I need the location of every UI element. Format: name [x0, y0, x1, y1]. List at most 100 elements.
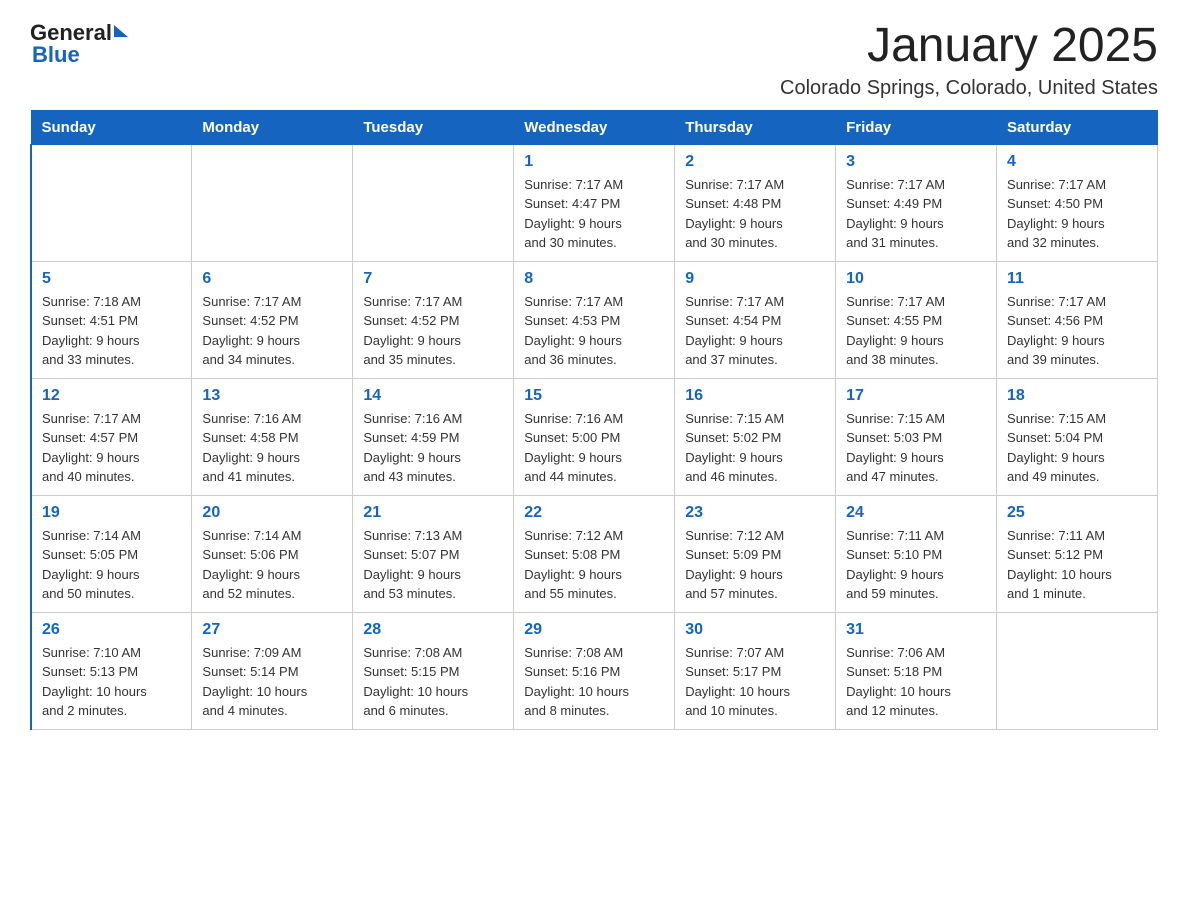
title-block: January 2025 Colorado Springs, Colorado,… [780, 20, 1158, 100]
calendar-cell: 1 Sunrise: 7:17 AMSunset: 4:47 PMDaylight… [514, 144, 675, 261]
calendar-cell: 6Sunrise: 7:17 AMSunset: 4:52 PMDaylight… [192, 261, 353, 378]
calendar-cell: 2 Sunrise: 7:17 AMSunset: 4:48 PMDaylight… [675, 144, 836, 261]
calendar-cell: 11 Sunrise: 7:17 AMSunset: 4:56 PMDayligh… [997, 261, 1158, 378]
day-number: 3 [846, 153, 986, 171]
day-number: 2 [685, 153, 825, 171]
day-number: 18 [1007, 387, 1147, 405]
day-number: 22 [524, 504, 664, 522]
calendar-cell [353, 144, 514, 261]
day-number: 9 [685, 270, 825, 288]
col-friday: Friday [836, 110, 997, 144]
calendar-cell: 14 Sunrise: 7:16 AMSunset: 4:59 PMDayligh… [353, 378, 514, 495]
day-number: 6 [202, 270, 342, 288]
day-info: Sunrise: 7:16 AMSunset: 5:00 PMDaylight:… [524, 409, 664, 487]
day-number: 1 [524, 153, 664, 171]
day-number: 19 [42, 504, 181, 522]
calendar-cell: 23 Sunrise: 7:12 AMSunset: 5:09 PMDayligh… [675, 495, 836, 612]
day-info: Sunrise: 7:06 AMSunset: 5:18 PMDaylight:… [846, 643, 986, 721]
calendar-cell: 21 Sunrise: 7:13 AMSunset: 5:07 PMDayligh… [353, 495, 514, 612]
day-info: Sunrise: 7:15 AMSunset: 5:02 PMDaylight:… [685, 409, 825, 487]
day-info: Sunrise: 7:17 AMSunset: 4:48 PMDaylight:… [685, 175, 825, 253]
day-info: Sunrise: 7:10 AMSunset: 5:13 PMDaylight:… [42, 643, 181, 721]
day-info: Sunrise: 7:09 AMSunset: 5:14 PMDaylight:… [202, 643, 342, 721]
day-info: Sunrise: 7:16 AMSunset: 4:59 PMDaylight:… [363, 409, 503, 487]
day-number: 27 [202, 621, 342, 639]
day-number: 7 [363, 270, 503, 288]
day-info: Sunrise: 7:17 AMSunset: 4:53 PMDaylight:… [524, 292, 664, 370]
day-info: Sunrise: 7:17 AMSunset: 4:55 PMDaylight:… [846, 292, 986, 370]
calendar-cell [192, 144, 353, 261]
day-number: 26 [42, 621, 181, 639]
day-info: Sunrise: 7:11 AMSunset: 5:12 PMDaylight:… [1007, 526, 1147, 604]
main-title: January 2025 [780, 20, 1158, 73]
logo-blue-text: Blue [30, 42, 80, 68]
day-info: Sunrise: 7:17 AMSunset: 4:50 PMDaylight:… [1007, 175, 1147, 253]
page-header: General Blue January 2025 Colorado Sprin… [30, 20, 1158, 100]
day-info: Sunrise: 7:12 AMSunset: 5:09 PMDaylight:… [685, 526, 825, 604]
day-number: 14 [363, 387, 503, 405]
day-info: Sunrise: 7:12 AMSunset: 5:08 PMDaylight:… [524, 526, 664, 604]
day-info: Sunrise: 7:17 AMSunset: 4:54 PMDaylight:… [685, 292, 825, 370]
calendar-body: 1 Sunrise: 7:17 AMSunset: 4:47 PMDaylight… [31, 144, 1158, 729]
col-monday: Monday [192, 110, 353, 144]
day-info: Sunrise: 7:08 AMSunset: 5:15 PMDaylight:… [363, 643, 503, 721]
day-number: 24 [846, 504, 986, 522]
day-info: Sunrise: 7:17 AMSunset: 4:57 PMDaylight:… [42, 409, 181, 487]
day-info: Sunrise: 7:11 AMSunset: 5:10 PMDaylight:… [846, 526, 986, 604]
calendar-cell: 27 Sunrise: 7:09 AMSunset: 5:14 PMDayligh… [192, 612, 353, 729]
day-number: 21 [363, 504, 503, 522]
calendar-cell: 28 Sunrise: 7:08 AMSunset: 5:15 PMDayligh… [353, 612, 514, 729]
calendar-header: Sunday Monday Tuesday Wednesday Thursday… [31, 110, 1158, 144]
day-info: Sunrise: 7:13 AMSunset: 5:07 PMDaylight:… [363, 526, 503, 604]
day-number: 31 [846, 621, 986, 639]
col-sunday: Sunday [31, 110, 192, 144]
calendar-cell: 12 Sunrise: 7:17 AMSunset: 4:57 PMDayligh… [31, 378, 192, 495]
calendar-cell: 9 Sunrise: 7:17 AMSunset: 4:54 PMDaylight… [675, 261, 836, 378]
calendar-cell: 29 Sunrise: 7:08 AMSunset: 5:16 PMDayligh… [514, 612, 675, 729]
day-info: Sunrise: 7:18 AMSunset: 4:51 PMDaylight:… [42, 292, 181, 370]
day-number: 13 [202, 387, 342, 405]
day-number: 10 [846, 270, 986, 288]
header-row: Sunday Monday Tuesday Wednesday Thursday… [31, 110, 1158, 144]
calendar-cell: 25Sunrise: 7:11 AMSunset: 5:12 PMDayligh… [997, 495, 1158, 612]
day-info: Sunrise: 7:08 AMSunset: 5:16 PMDaylight:… [524, 643, 664, 721]
day-info: Sunrise: 7:17 AMSunset: 4:52 PMDaylight:… [363, 292, 503, 370]
day-number: 30 [685, 621, 825, 639]
day-info: Sunrise: 7:17 AMSunset: 4:56 PMDaylight:… [1007, 292, 1147, 370]
calendar-cell: 8Sunrise: 7:17 AMSunset: 4:53 PMDaylight… [514, 261, 675, 378]
day-info: Sunrise: 7:07 AMSunset: 5:17 PMDaylight:… [685, 643, 825, 721]
day-info: Sunrise: 7:16 AMSunset: 4:58 PMDaylight:… [202, 409, 342, 487]
calendar-cell: 4 Sunrise: 7:17 AMSunset: 4:50 PMDaylight… [997, 144, 1158, 261]
day-info: Sunrise: 7:17 AMSunset: 4:49 PMDaylight:… [846, 175, 986, 253]
col-saturday: Saturday [997, 110, 1158, 144]
calendar-cell [997, 612, 1158, 729]
day-number: 11 [1007, 270, 1147, 288]
calendar-cell: 31 Sunrise: 7:06 AMSunset: 5:18 PMDayligh… [836, 612, 997, 729]
logo: General Blue [30, 20, 128, 68]
day-info: Sunrise: 7:14 AMSunset: 5:05 PMDaylight:… [42, 526, 181, 604]
calendar-cell: 5Sunrise: 7:18 AMSunset: 4:51 PMDaylight… [31, 261, 192, 378]
day-info: Sunrise: 7:17 AMSunset: 4:47 PMDaylight:… [524, 175, 664, 253]
day-info: Sunrise: 7:15 AMSunset: 5:04 PMDaylight:… [1007, 409, 1147, 487]
subtitle: Colorado Springs, Colorado, United State… [780, 77, 1158, 100]
day-number: 15 [524, 387, 664, 405]
calendar-cell: 13 Sunrise: 7:16 AMSunset: 4:58 PMDayligh… [192, 378, 353, 495]
day-number: 17 [846, 387, 986, 405]
calendar-cell: 30 Sunrise: 7:07 AMSunset: 5:17 PMDayligh… [675, 612, 836, 729]
day-number: 29 [524, 621, 664, 639]
calendar-cell: 18 Sunrise: 7:15 AMSunset: 5:04 PMDayligh… [997, 378, 1158, 495]
calendar-cell: 16Sunrise: 7:15 AMSunset: 5:02 PMDayligh… [675, 378, 836, 495]
day-number: 12 [42, 387, 181, 405]
col-wednesday: Wednesday [514, 110, 675, 144]
calendar-table: Sunday Monday Tuesday Wednesday Thursday… [30, 110, 1158, 730]
day-number: 4 [1007, 153, 1147, 171]
calendar-week-4: 19 Sunrise: 7:14 AMSunset: 5:05 PMDayligh… [31, 495, 1158, 612]
day-info: Sunrise: 7:14 AMSunset: 5:06 PMDaylight:… [202, 526, 342, 604]
day-info: Sunrise: 7:15 AMSunset: 5:03 PMDaylight:… [846, 409, 986, 487]
calendar-week-3: 12 Sunrise: 7:17 AMSunset: 4:57 PMDayligh… [31, 378, 1158, 495]
calendar-cell: 15 Sunrise: 7:16 AMSunset: 5:00 PMDayligh… [514, 378, 675, 495]
calendar-cell: 3 Sunrise: 7:17 AMSunset: 4:49 PMDaylight… [836, 144, 997, 261]
calendar-cell: 20Sunrise: 7:14 AMSunset: 5:06 PMDayligh… [192, 495, 353, 612]
day-number: 28 [363, 621, 503, 639]
day-number: 23 [685, 504, 825, 522]
